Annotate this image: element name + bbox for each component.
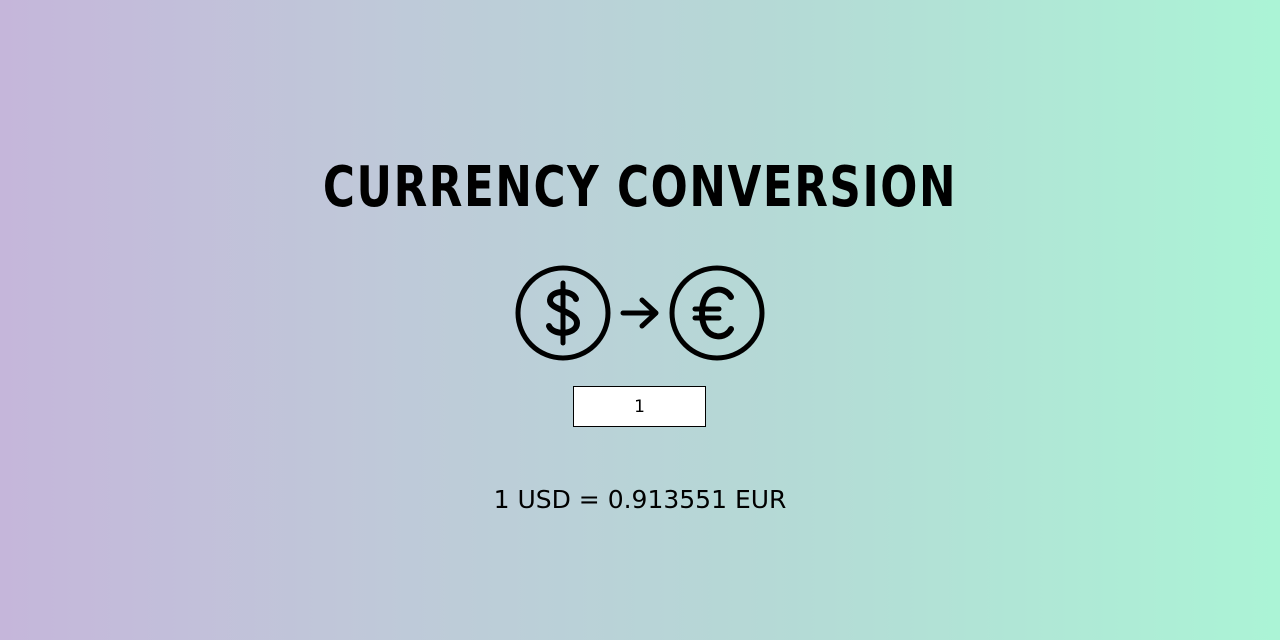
currency-converter-page: CURRENCY CONVERSION 1 USD = 0.91 [0,0,1280,640]
euro-coin-icon [669,265,765,361]
page-title: CURRENCY CONVERSION [322,155,958,220]
dollar-coin-icon [515,265,611,361]
conversion-icons [515,265,765,361]
amount-input[interactable] [573,386,706,427]
arrow-right-icon [620,297,659,329]
conversion-result: 1 USD = 0.913551 EUR [493,485,787,514]
conversion-icons-svg [515,265,765,361]
